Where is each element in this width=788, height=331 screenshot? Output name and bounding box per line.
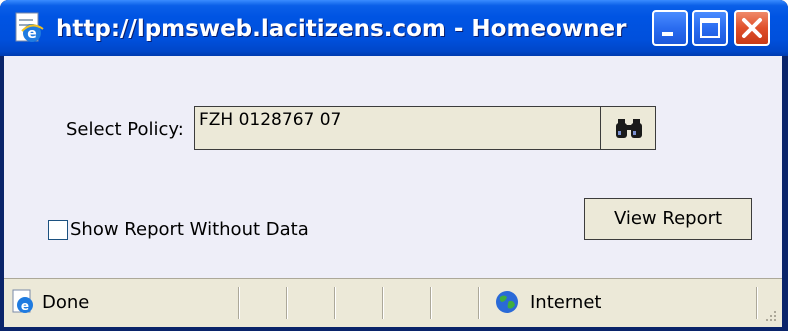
status-divider (382, 287, 384, 319)
status-bar: e Done Internet (4, 278, 782, 327)
close-button[interactable] (734, 10, 770, 46)
status-divider (286, 287, 288, 319)
globe-icon (494, 289, 520, 315)
status-text: Done (42, 292, 90, 313)
status-divider (478, 287, 480, 319)
svg-text:e: e (21, 299, 29, 313)
title-bar[interactable]: e http://lpmsweb.lacitizens.com - Homeow… (0, 0, 788, 56)
security-zone-label: Internet (530, 292, 602, 313)
status-divider (430, 287, 432, 319)
minimize-button[interactable] (652, 10, 688, 46)
status-divider (756, 287, 758, 319)
status-divider (334, 287, 336, 319)
svg-text:e: e (27, 26, 37, 42)
status-divider (238, 287, 240, 319)
browser-popup-window: e http://lpmsweb.lacitizens.com - Homeow… (0, 0, 788, 331)
resize-grip-icon[interactable] (760, 305, 778, 323)
minimize-icon (662, 32, 673, 36)
dialog-body: Select Policy: FZH 0128767 07 Show Repor… (4, 56, 782, 278)
binoculars-icon (616, 119, 642, 138)
ie-page-icon: e (12, 11, 46, 45)
show-without-data-checkbox[interactable] (48, 220, 68, 240)
maximize-button[interactable] (692, 10, 728, 46)
view-report-button[interactable]: View Report (584, 198, 752, 240)
show-without-data-label[interactable]: Show Report Without Data (70, 216, 309, 244)
policy-field[interactable]: FZH 0128767 07 (194, 106, 604, 150)
policy-lookup-button[interactable] (600, 106, 656, 150)
maximize-icon (700, 18, 720, 38)
close-icon (742, 18, 762, 38)
ie-page-icon: e (10, 289, 36, 315)
select-policy-label: Select Policy: (66, 119, 184, 140)
window-title: http://lpmsweb.lacitizens.com - Homeowne… (56, 16, 634, 42)
policy-value: FZH 0128767 07 (199, 110, 342, 130)
